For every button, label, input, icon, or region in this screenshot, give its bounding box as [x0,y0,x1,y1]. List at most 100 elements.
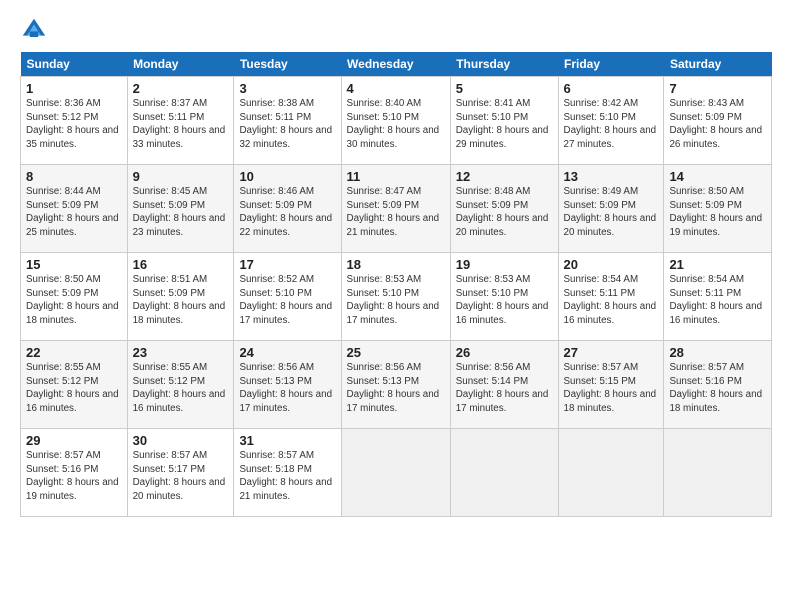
header-day-friday: Friday [558,52,664,77]
day-info-20: Sunrise: 8:54 AM Sunset: 5:11 PM Dayligh… [564,273,659,328]
day-cell-26: 26Sunrise: 8:56 AM Sunset: 5:14 PM Dayli… [450,341,558,429]
day-number-30: 30 [133,433,229,448]
day-cell-22: 22Sunrise: 8:55 AM Sunset: 5:12 PM Dayli… [21,341,128,429]
header-row: SundayMondayTuesdayWednesdayThursdayFrid… [21,52,772,77]
day-cell-23: 23Sunrise: 8:55 AM Sunset: 5:12 PM Dayli… [127,341,234,429]
day-info-21: Sunrise: 8:54 AM Sunset: 5:11 PM Dayligh… [669,273,766,328]
day-info-24: Sunrise: 8:56 AM Sunset: 5:13 PM Dayligh… [239,361,335,416]
empty-cell [664,429,772,517]
header-day-monday: Monday [127,52,234,77]
day-cell-16: 16Sunrise: 8:51 AM Sunset: 5:09 PM Dayli… [127,253,234,341]
day-cell-10: 10Sunrise: 8:46 AM Sunset: 5:09 PM Dayli… [234,165,341,253]
day-number-20: 20 [564,257,659,272]
day-number-6: 6 [564,81,659,96]
day-number-5: 5 [456,81,553,96]
day-info-2: Sunrise: 8:37 AM Sunset: 5:11 PM Dayligh… [133,97,229,152]
day-cell-2: 2Sunrise: 8:37 AM Sunset: 5:11 PM Daylig… [127,77,234,165]
day-number-19: 19 [456,257,553,272]
day-cell-21: 21Sunrise: 8:54 AM Sunset: 5:11 PM Dayli… [664,253,772,341]
day-number-31: 31 [239,433,335,448]
day-cell-11: 11Sunrise: 8:47 AM Sunset: 5:09 PM Dayli… [341,165,450,253]
day-info-31: Sunrise: 8:57 AM Sunset: 5:18 PM Dayligh… [239,449,335,504]
day-info-11: Sunrise: 8:47 AM Sunset: 5:09 PM Dayligh… [347,185,445,240]
day-number-13: 13 [564,169,659,184]
day-info-22: Sunrise: 8:55 AM Sunset: 5:12 PM Dayligh… [26,361,122,416]
day-cell-5: 5Sunrise: 8:41 AM Sunset: 5:10 PM Daylig… [450,77,558,165]
day-info-29: Sunrise: 8:57 AM Sunset: 5:16 PM Dayligh… [26,449,122,504]
day-cell-8: 8Sunrise: 8:44 AM Sunset: 5:09 PM Daylig… [21,165,128,253]
day-cell-24: 24Sunrise: 8:56 AM Sunset: 5:13 PM Dayli… [234,341,341,429]
day-info-25: Sunrise: 8:56 AM Sunset: 5:13 PM Dayligh… [347,361,445,416]
header [20,16,772,44]
day-info-5: Sunrise: 8:41 AM Sunset: 5:10 PM Dayligh… [456,97,553,152]
week-row-5: 29Sunrise: 8:57 AM Sunset: 5:16 PM Dayli… [21,429,772,517]
day-info-6: Sunrise: 8:42 AM Sunset: 5:10 PM Dayligh… [564,97,659,152]
day-number-14: 14 [669,169,766,184]
empty-cell [558,429,664,517]
day-cell-19: 19Sunrise: 8:53 AM Sunset: 5:10 PM Dayli… [450,253,558,341]
day-info-9: Sunrise: 8:45 AM Sunset: 5:09 PM Dayligh… [133,185,229,240]
day-number-16: 16 [133,257,229,272]
day-number-29: 29 [26,433,122,448]
day-cell-20: 20Sunrise: 8:54 AM Sunset: 5:11 PM Dayli… [558,253,664,341]
header-day-thursday: Thursday [450,52,558,77]
day-cell-15: 15Sunrise: 8:50 AM Sunset: 5:09 PM Dayli… [21,253,128,341]
day-cell-6: 6Sunrise: 8:42 AM Sunset: 5:10 PM Daylig… [558,77,664,165]
empty-cell [450,429,558,517]
day-info-8: Sunrise: 8:44 AM Sunset: 5:09 PM Dayligh… [26,185,122,240]
logo-icon [20,16,48,44]
day-number-3: 3 [239,81,335,96]
calendar-body: 1Sunrise: 8:36 AM Sunset: 5:12 PM Daylig… [21,77,772,517]
week-row-3: 15Sunrise: 8:50 AM Sunset: 5:09 PM Dayli… [21,253,772,341]
day-info-16: Sunrise: 8:51 AM Sunset: 5:09 PM Dayligh… [133,273,229,328]
day-number-26: 26 [456,345,553,360]
day-cell-14: 14Sunrise: 8:50 AM Sunset: 5:09 PM Dayli… [664,165,772,253]
day-cell-7: 7Sunrise: 8:43 AM Sunset: 5:09 PM Daylig… [664,77,772,165]
day-info-14: Sunrise: 8:50 AM Sunset: 5:09 PM Dayligh… [669,185,766,240]
day-number-21: 21 [669,257,766,272]
day-info-4: Sunrise: 8:40 AM Sunset: 5:10 PM Dayligh… [347,97,445,152]
header-day-sunday: Sunday [21,52,128,77]
day-cell-29: 29Sunrise: 8:57 AM Sunset: 5:16 PM Dayli… [21,429,128,517]
day-info-12: Sunrise: 8:48 AM Sunset: 5:09 PM Dayligh… [456,185,553,240]
day-number-27: 27 [564,345,659,360]
day-cell-9: 9Sunrise: 8:45 AM Sunset: 5:09 PM Daylig… [127,165,234,253]
day-number-15: 15 [26,257,122,272]
day-info-17: Sunrise: 8:52 AM Sunset: 5:10 PM Dayligh… [239,273,335,328]
day-info-1: Sunrise: 8:36 AM Sunset: 5:12 PM Dayligh… [26,97,122,152]
day-cell-4: 4Sunrise: 8:40 AM Sunset: 5:10 PM Daylig… [341,77,450,165]
calendar-page: SundayMondayTuesdayWednesdayThursdayFrid… [0,0,792,612]
day-cell-25: 25Sunrise: 8:56 AM Sunset: 5:13 PM Dayli… [341,341,450,429]
day-info-27: Sunrise: 8:57 AM Sunset: 5:15 PM Dayligh… [564,361,659,416]
day-info-13: Sunrise: 8:49 AM Sunset: 5:09 PM Dayligh… [564,185,659,240]
day-cell-27: 27Sunrise: 8:57 AM Sunset: 5:15 PM Dayli… [558,341,664,429]
empty-cell [341,429,450,517]
day-info-10: Sunrise: 8:46 AM Sunset: 5:09 PM Dayligh… [239,185,335,240]
day-number-17: 17 [239,257,335,272]
logo [20,16,52,44]
day-info-15: Sunrise: 8:50 AM Sunset: 5:09 PM Dayligh… [26,273,122,328]
day-number-28: 28 [669,345,766,360]
day-number-12: 12 [456,169,553,184]
day-cell-17: 17Sunrise: 8:52 AM Sunset: 5:10 PM Dayli… [234,253,341,341]
day-info-3: Sunrise: 8:38 AM Sunset: 5:11 PM Dayligh… [239,97,335,152]
day-number-2: 2 [133,81,229,96]
day-info-7: Sunrise: 8:43 AM Sunset: 5:09 PM Dayligh… [669,97,766,152]
header-day-saturday: Saturday [664,52,772,77]
day-number-25: 25 [347,345,445,360]
day-cell-30: 30Sunrise: 8:57 AM Sunset: 5:17 PM Dayli… [127,429,234,517]
week-row-2: 8Sunrise: 8:44 AM Sunset: 5:09 PM Daylig… [21,165,772,253]
day-number-18: 18 [347,257,445,272]
day-number-8: 8 [26,169,122,184]
day-cell-18: 18Sunrise: 8:53 AM Sunset: 5:10 PM Dayli… [341,253,450,341]
day-cell-12: 12Sunrise: 8:48 AM Sunset: 5:09 PM Dayli… [450,165,558,253]
week-row-4: 22Sunrise: 8:55 AM Sunset: 5:12 PM Dayli… [21,341,772,429]
day-info-26: Sunrise: 8:56 AM Sunset: 5:14 PM Dayligh… [456,361,553,416]
day-info-30: Sunrise: 8:57 AM Sunset: 5:17 PM Dayligh… [133,449,229,504]
calendar-table: SundayMondayTuesdayWednesdayThursdayFrid… [20,52,772,517]
day-number-7: 7 [669,81,766,96]
day-cell-3: 3Sunrise: 8:38 AM Sunset: 5:11 PM Daylig… [234,77,341,165]
day-number-22: 22 [26,345,122,360]
day-number-11: 11 [347,169,445,184]
day-info-23: Sunrise: 8:55 AM Sunset: 5:12 PM Dayligh… [133,361,229,416]
